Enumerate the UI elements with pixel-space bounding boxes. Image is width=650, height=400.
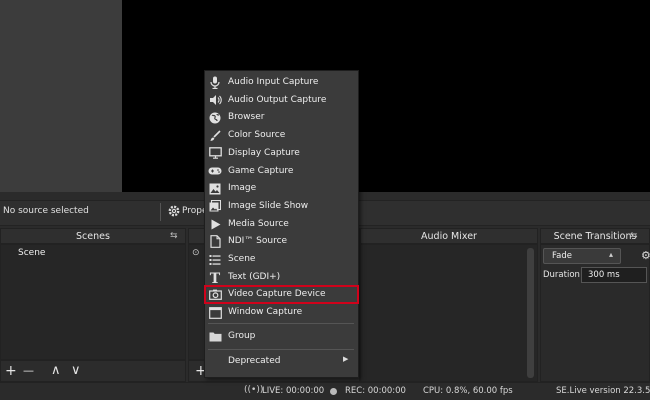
visibility-icon[interactable]: ⊙ bbox=[192, 248, 200, 258]
live-timer: LIVE: 00:00:00 bbox=[262, 386, 325, 396]
scenes-toolbar: + — ∧ ∨ bbox=[0, 360, 186, 382]
audio-mixer-title: Audio Mixer bbox=[360, 228, 538, 244]
no-source-label: No source selected bbox=[3, 206, 89, 216]
rec-dot-icon bbox=[330, 388, 337, 395]
menu-item-browser[interactable]: Browser bbox=[205, 109, 358, 126]
menu-item-label: Group bbox=[228, 331, 256, 341]
menu-item-scene[interactable]: Scene bbox=[205, 251, 358, 268]
dock-float-icon[interactable]: ⇆ bbox=[630, 231, 638, 241]
menu-item-window-capture[interactable]: Window Capture bbox=[205, 304, 358, 321]
microphone-icon bbox=[208, 76, 222, 89]
transition-gear-icon[interactable]: ⚙ bbox=[641, 249, 650, 262]
menu-item-label: Game Capture bbox=[228, 165, 294, 176]
menu-item-label: Video Capture Device bbox=[228, 289, 326, 300]
toolbar-separator bbox=[160, 203, 161, 221]
scenes-dock-title: Scenes bbox=[0, 228, 186, 244]
menu-item-image[interactable]: Image bbox=[205, 180, 358, 197]
move-scene-down-button[interactable]: ∨ bbox=[71, 363, 81, 379]
menu-item-ndi-source[interactable]: NDI™ Source bbox=[205, 233, 358, 250]
menu-item-text-gdi[interactable]: T Text (GDI+) bbox=[205, 269, 358, 286]
menu-item-image-slide-show[interactable]: Image Slide Show bbox=[205, 198, 358, 215]
speaker-icon bbox=[208, 94, 222, 107]
gear-icon[interactable] bbox=[167, 204, 181, 218]
menu-item-game-capture[interactable]: Game Capture bbox=[205, 163, 358, 180]
camera-icon bbox=[208, 288, 222, 301]
file-icon bbox=[208, 235, 222, 249]
cpu-status: CPU: 0.8%, 60.00 fps bbox=[423, 386, 513, 396]
menu-item-label: Audio Output Capture bbox=[228, 94, 327, 105]
duration-label: Duration bbox=[543, 270, 580, 280]
menu-item-label: Image bbox=[228, 183, 257, 194]
svg-text:T: T bbox=[210, 271, 221, 284]
window-icon bbox=[208, 306, 222, 319]
menu-item-label: Color Source bbox=[228, 130, 286, 141]
scene-list-item[interactable]: Scene bbox=[18, 248, 45, 258]
add-scene-button[interactable]: + bbox=[5, 363, 17, 379]
menu-item-display-capture[interactable]: Display Capture bbox=[205, 145, 358, 162]
version-label: SE.Live version 22.3.5.8 bbox=[556, 386, 650, 396]
menu-item-label: NDI™ Source bbox=[228, 236, 288, 247]
menu-item-media-source[interactable]: Media Source bbox=[205, 216, 358, 233]
menu-item-label: Browser bbox=[228, 112, 265, 123]
preview-canvas[interactable] bbox=[122, 0, 650, 192]
menu-separator bbox=[208, 349, 354, 350]
menu-item-label: Media Source bbox=[228, 218, 289, 229]
chevron-down-icon[interactable]: ▴ bbox=[609, 250, 613, 259]
menu-item-audio-output-capture[interactable]: Audio Output Capture bbox=[205, 92, 358, 109]
scene-transitions-panel bbox=[540, 244, 650, 382]
play-icon bbox=[208, 218, 222, 231]
mixer-scrollbar[interactable] bbox=[527, 248, 534, 378]
globe-icon bbox=[208, 111, 222, 124]
image-icon bbox=[208, 182, 222, 195]
menu-item-label: Image Slide Show bbox=[228, 200, 309, 211]
preview-side-area bbox=[0, 0, 122, 192]
broadcast-icon: ((•)) bbox=[244, 385, 264, 395]
status-bar bbox=[0, 382, 650, 400]
menu-separator bbox=[208, 323, 354, 324]
rec-timer: REC: 00:00:00 bbox=[345, 386, 406, 396]
submenu-arrow-icon: ▶ bbox=[343, 355, 349, 363]
menu-item-label: Window Capture bbox=[228, 307, 303, 318]
move-scene-up-button[interactable]: ∧ bbox=[51, 363, 61, 379]
menu-item-label: Scene bbox=[228, 254, 256, 264]
brush-icon bbox=[208, 129, 222, 142]
slideshow-icon bbox=[208, 200, 222, 213]
remove-scene-button[interactable]: — bbox=[23, 363, 34, 379]
folder-icon bbox=[208, 330, 222, 343]
scenes-list[interactable] bbox=[0, 244, 186, 360]
dock-float-icon[interactable]: ⇆ bbox=[170, 231, 178, 241]
gamepad-icon bbox=[208, 165, 222, 178]
text-icon: T bbox=[208, 271, 222, 284]
duration-input[interactable]: 300 ms bbox=[581, 267, 647, 283]
monitor-icon bbox=[208, 147, 222, 160]
menu-item-label: Text (GDI+) bbox=[228, 271, 281, 282]
menu-item-label: Display Capture bbox=[228, 147, 300, 158]
menu-item-label: Audio Input Capture bbox=[228, 77, 319, 87]
menu-item-color-source[interactable]: Color Source bbox=[205, 127, 358, 144]
menu-item-deprecated[interactable]: Deprecated bbox=[205, 353, 358, 370]
audio-mixer-panel bbox=[360, 244, 538, 382]
menu-item-group[interactable]: Group bbox=[205, 328, 358, 345]
menu-item-audio-input-capture[interactable]: Audio Input Capture bbox=[205, 74, 358, 91]
list-icon bbox=[208, 253, 222, 266]
menu-item-label: Deprecated bbox=[228, 356, 281, 366]
menu-item-video-capture-device[interactable]: Video Capture Device bbox=[204, 285, 359, 305]
